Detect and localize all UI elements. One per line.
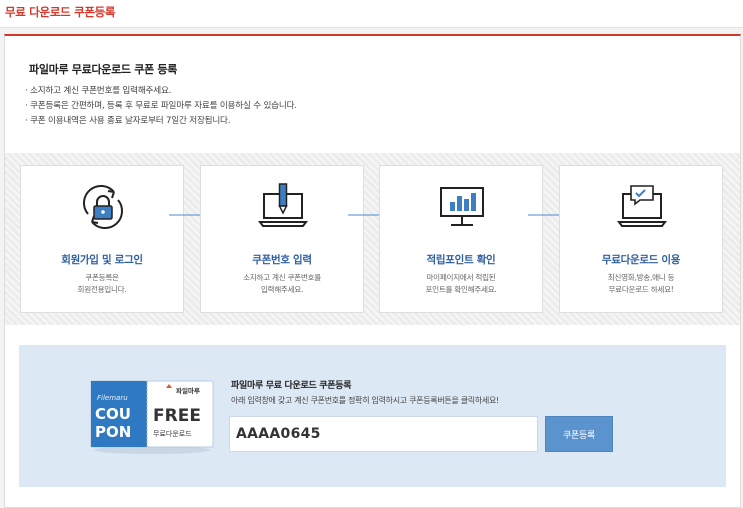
page-header: 무료 다운로드 쿠폰등록 — [0, 0, 743, 28]
intro-notes: · 소지하고 계신 쿠폰번호를 입력해주세요. · 쿠폰등록은 간편하며, 등록… — [25, 84, 297, 129]
coupon-filemaru-label: Filemaru — [97, 394, 128, 402]
intro-note: · 쿠폰등록은 간편하며, 등록 후 무료로 파일마루 자료를 이용하실 수 있… — [25, 101, 297, 111]
step-desc-line: 입력해주세요. — [260, 285, 304, 294]
coupon-form-desc: 아래 입력창에 갖고 계신 쿠폰번호를 정확히 입력하시고 쿠폰등록버튼을 클릭… — [231, 396, 499, 405]
coupon-cou-text: COU — [95, 405, 131, 423]
coupon-form-title: 파일마루 무료 다운로드 쿠폰등록 — [231, 381, 352, 391]
laptop-pen-icon — [258, 183, 308, 227]
step-enter-coupon: 쿠폰번호 입력 소지하고 계신 쿠폰번호를 입력해주세요. — [200, 165, 364, 313]
coupon-brand: 파일마루 — [176, 386, 200, 395]
coupon-ticket-image: 파일마루 Filemaru COU PON FREE 무료다운로드 — [90, 380, 214, 454]
coupon-free-sub: 무료다운로드 — [153, 429, 192, 438]
step-title: 쿠폰번호 입력 — [252, 254, 312, 266]
step-title: 회원가입 및 로그인 — [61, 254, 143, 266]
step-title: 적립포인트 확인 — [426, 254, 496, 266]
step-desc-line: 마이페이지에서 적립된 — [426, 273, 496, 282]
step-desc-line: 쿠폰등록은 — [85, 273, 119, 282]
monitor-chart-icon — [440, 187, 484, 226]
coupon-free-text: FREE — [153, 406, 201, 426]
step-desc-line: 포인트를 확인해주세요. — [425, 285, 497, 294]
page-title: 무료 다운로드 쿠폰등록 — [5, 5, 116, 19]
intro-note: · 쿠폰 이용내역은 사용 종료 날자로부터 7일간 저장됩니다. — [25, 116, 231, 126]
step-signup-login: 회원가입 및 로그인 쿠폰등록은 회원전용입니다. — [20, 165, 184, 313]
step-desc-line: 소지하고 계신 쿠폰번호를 — [243, 273, 321, 282]
laptop-message-icon — [617, 185, 667, 227]
coupon-register-button[interactable]: 쿠폰등록 — [545, 416, 613, 452]
step-desc: 최신영화,방송,애니 등 무료다운로드 하세요! — [560, 272, 722, 296]
coupon-pon-text: PON — [95, 423, 131, 441]
step-desc-line: 회원전용입니다. — [77, 285, 127, 294]
intro-note: · 소지하고 계신 쿠폰번호를 입력해주세요. — [25, 86, 172, 96]
intro-title: 파일마루 무료다운로드 쿠폰 등록 — [29, 63, 178, 76]
steps-band: 회원가입 및 로그인 쿠폰등록은 회원전용입니다. 쿠폰번호 입력 소지하고 계… — [5, 153, 740, 325]
step-desc: 쿠폰등록은 회원전용입니다. — [21, 272, 183, 296]
step-free-download: 무료다운로드 이용 최신영화,방송,애니 등 무료다운로드 하세요! — [559, 165, 723, 313]
step-desc-line: 최신영화,방송,애니 등 — [607, 273, 675, 282]
step-desc: 마이페이지에서 적립된 포인트를 확인해주세요. — [380, 272, 542, 296]
coupon-registration: 파일마루 Filemaru COU PON FREE 무료다운로드 파일마루 무… — [19, 345, 726, 487]
step-desc-line: 무료다운로드 하세요! — [608, 285, 674, 294]
step-title: 무료다운로드 이용 — [601, 254, 681, 266]
step-desc: 소지하고 계신 쿠폰번호를 입력해주세요. — [201, 272, 363, 296]
lock-refresh-icon — [83, 185, 123, 229]
coupon-panel: 파일마루 무료다운로드 쿠폰 등록 · 소지하고 계신 쿠폰번호를 입력해주세요… — [4, 34, 741, 508]
step-check-points: 적립포인트 확인 마이페이지에서 적립된 포인트를 확인해주세요. — [379, 165, 543, 313]
coupon-code-input[interactable] — [229, 416, 538, 452]
